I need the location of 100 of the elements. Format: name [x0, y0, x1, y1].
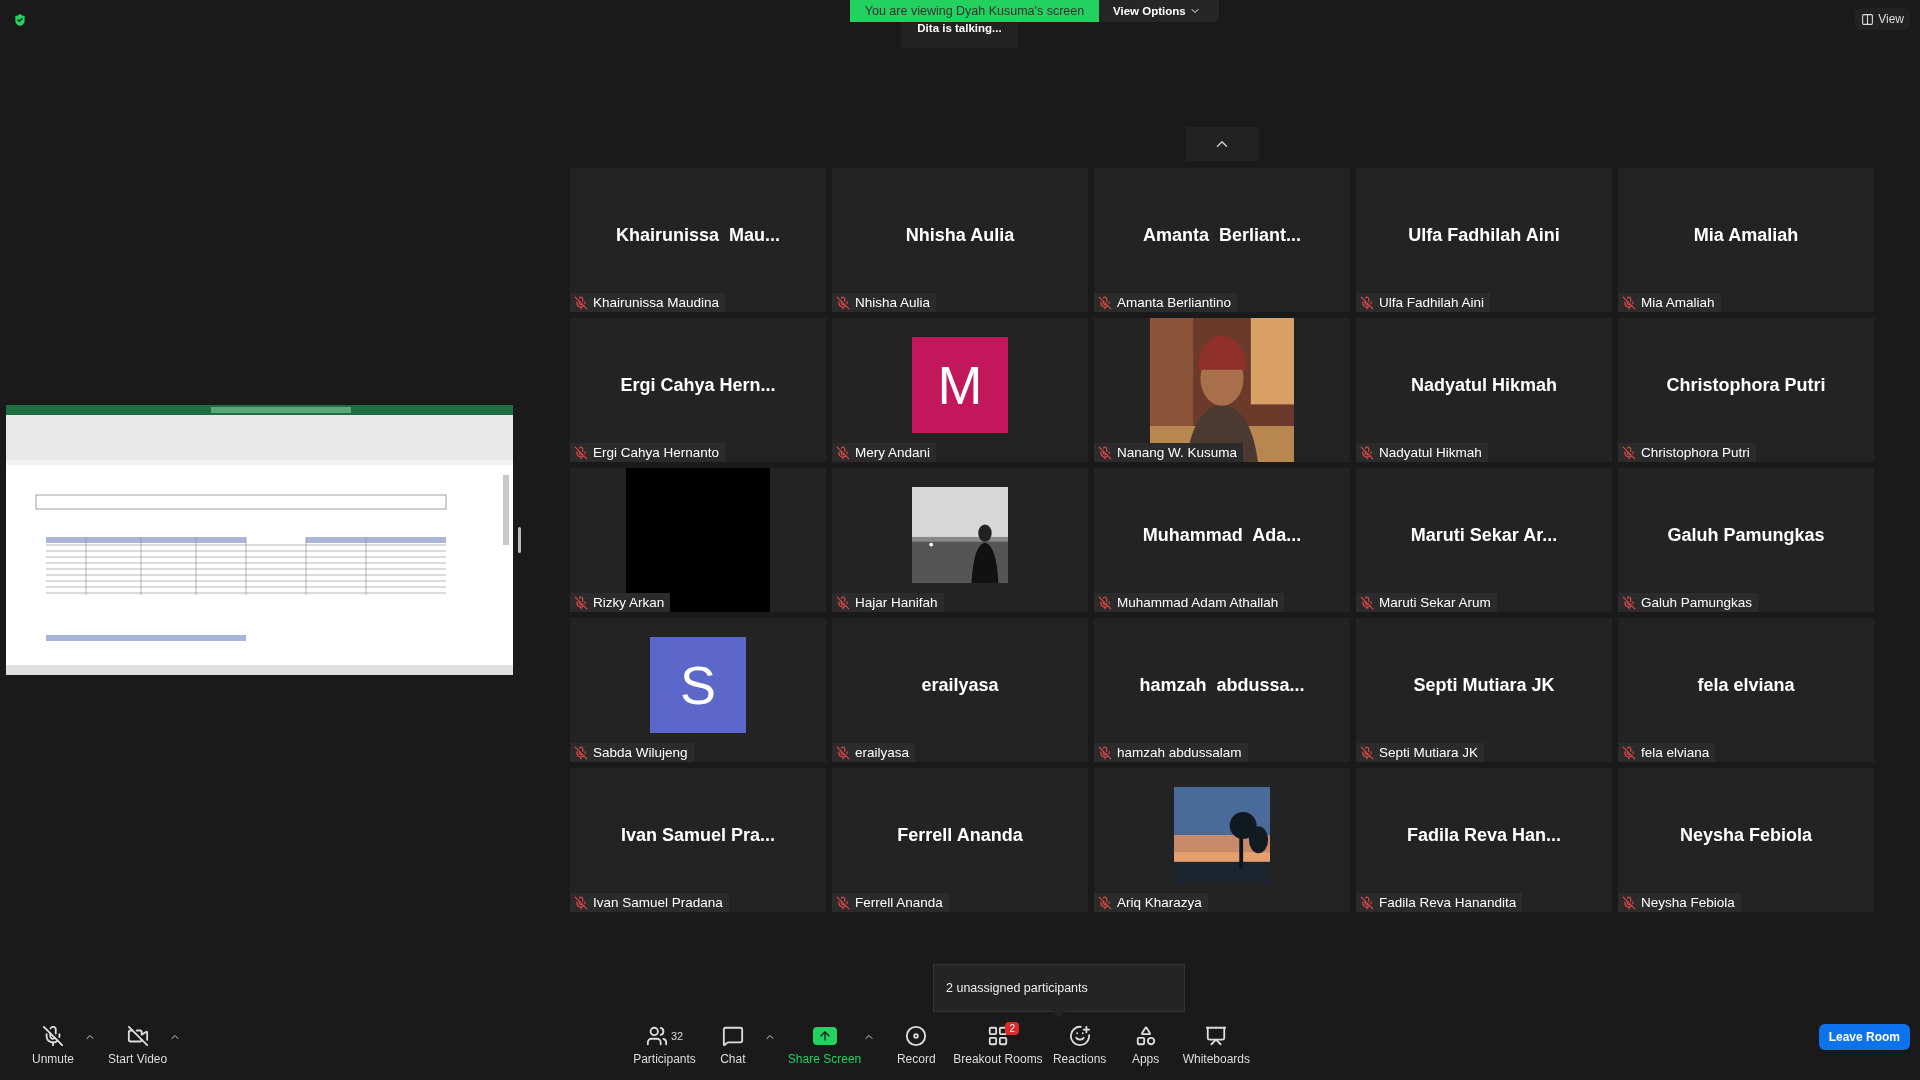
participant-name: Khairunissa Mau... [615, 224, 780, 246]
tooltip-arrow [1052, 1011, 1066, 1018]
participant-label: Maruti Sekar Arum [1379, 595, 1491, 610]
leave-room-button[interactable]: Leave Room [1818, 1024, 1910, 1050]
share-button[interactable]: Share Screen [783, 1018, 866, 1072]
participant-label: Septi Mutiara JK [1379, 745, 1479, 760]
video-off-icon [126, 1025, 149, 1047]
avatar: M [912, 337, 1008, 433]
participant-name: hamzah abdussa... [1139, 674, 1305, 696]
participant-label: Nadyatul Hikmah [1379, 445, 1482, 460]
sharing-banner: You are viewing Dyah Kusuma's screen [850, 0, 1099, 22]
participant-name: Amanta Berliant... [1142, 224, 1301, 246]
participant-label: Fadila Reva Hanandita [1379, 895, 1517, 910]
muted-microphone-icon [1360, 295, 1374, 310]
participant-count: 32 [670, 1030, 684, 1042]
participants-button[interactable]: 32 Participants [629, 1018, 700, 1072]
participant-name: Ivan Samuel Pra... [620, 824, 776, 846]
avatar: S [650, 637, 746, 733]
share-screen-icon [812, 1027, 837, 1045]
muted-microphone-icon [1622, 595, 1636, 610]
muted-microphone-icon [1098, 595, 1112, 610]
muted-microphone-icon [836, 595, 850, 610]
participant-label: Mia Amaliah [1641, 295, 1715, 310]
participant-label: fela elviana [1641, 745, 1710, 760]
participant-name: Fadila Reva Han... [1406, 824, 1562, 846]
layout-icon [1861, 12, 1875, 26]
grid-icon [986, 1025, 1009, 1047]
muted-microphone-icon [1360, 745, 1374, 760]
breakout-button[interactable]: 2 Breakout Rooms [949, 1018, 1047, 1072]
muted-microphone-icon [1622, 745, 1636, 760]
participant-label: Sabda Wilujeng [593, 745, 688, 760]
muted-microphone-icon [1622, 295, 1636, 310]
chat-icon [721, 1025, 744, 1047]
audio-button[interactable]: Unmute [20, 1018, 86, 1072]
apps-button[interactable]: Apps [1112, 1018, 1179, 1072]
participant-label: Muhammad Adam Athallah [1117, 595, 1279, 610]
record-icon [905, 1025, 928, 1047]
participant-name: Ferrell Ananda [897, 824, 1023, 846]
video-button[interactable]: Start Video [104, 1018, 172, 1072]
muted-microphone-icon [574, 745, 588, 760]
participant-name: Christophora Putri [1666, 374, 1826, 396]
record-button[interactable]: Record [883, 1018, 950, 1072]
participant-label: erailyasa [855, 745, 910, 760]
participant-name: Ergi Cahya Hern... [620, 374, 776, 396]
participant-label: Rizky Arkan [593, 595, 665, 610]
muted-microphone-icon [574, 895, 588, 910]
participant-name: Ulfa Fadhilah Aini [1408, 224, 1560, 246]
chat-button[interactable]: Chat [699, 1018, 766, 1072]
tooltip: 2 unassigned participants [933, 964, 1185, 1012]
reactions-button[interactable]: Reactions [1046, 1018, 1113, 1072]
participant-label: Galuh Pamungkas [1641, 595, 1753, 610]
participant-label: Nanang W. Kusuma [1117, 445, 1238, 460]
muted-microphone-icon [574, 595, 588, 610]
participant-label: Amanta Berliantino [1117, 295, 1232, 310]
participant-label: Christophora Putri [1641, 445, 1750, 460]
participant-label: Ergi Cahya Hernanto [593, 445, 720, 460]
speaker-notice: Dita is talking... [901, 22, 1018, 48]
participant-name: erailyasa [921, 674, 999, 696]
muted-microphone-icon [1360, 595, 1374, 610]
participant-label: Nhisha Aulia [855, 295, 931, 310]
muted-microphone-icon [1622, 445, 1636, 460]
participant-label: Khairunissa Maudina [593, 295, 720, 310]
shield-icon [12, 12, 28, 28]
muted-microphone-icon [1098, 745, 1112, 760]
participant-label: hamzah abdussalam [1117, 745, 1242, 760]
whiteboards-button[interactable]: Whiteboards [1178, 1018, 1254, 1072]
participant-name: Maruti Sekar Ar... [1410, 524, 1558, 546]
resize-handle[interactable] [518, 527, 521, 553]
participant-name: Nadyatul Hikmah [1410, 374, 1557, 396]
muted-microphone-icon [836, 895, 850, 910]
whiteboard-icon [1205, 1025, 1228, 1047]
participant-label: Ferrell Ananda [855, 895, 943, 910]
muted-microphone-icon [574, 295, 588, 310]
muted-microphone-icon [836, 745, 850, 760]
participant-name: fela elviana [1697, 674, 1795, 696]
muted-microphone-icon [1622, 895, 1636, 910]
muted-microphone-icon [1098, 445, 1112, 460]
apps-icon [1134, 1025, 1157, 1047]
participant-label: Mery Andani [855, 445, 931, 460]
participant-label: Ivan Samuel Pradana [593, 895, 723, 910]
participant-name: Muhammad Ada... [1142, 524, 1302, 546]
muted-microphone-icon [1360, 895, 1374, 910]
participant-name: Mia Amaliah [1693, 224, 1799, 246]
muted-microphone-icon [42, 1025, 64, 1047]
muted-microphone-icon [1098, 895, 1112, 910]
muted-microphone-icon [1098, 295, 1112, 310]
muted-microphone-icon [1360, 445, 1374, 460]
view-button[interactable]: View [1855, 8, 1910, 30]
muted-microphone-icon [574, 445, 588, 460]
smiley-icon [1068, 1025, 1091, 1047]
muted-microphone-icon [836, 295, 850, 310]
people-icon [645, 1025, 668, 1047]
participant-name: Septi Mutiara JK [1413, 674, 1555, 696]
view-options-button[interactable]: View Options [1099, 0, 1219, 22]
participant-label: Hajar Hanifah [855, 595, 938, 610]
muted-microphone-icon [836, 445, 850, 460]
count-badge: 2 [1005, 1022, 1019, 1035]
participant-name: Galuh Pamungkas [1667, 524, 1825, 546]
participant-name: Nhisha Aulia [905, 224, 1015, 246]
participant-name: Neysha Febiola [1679, 824, 1812, 846]
